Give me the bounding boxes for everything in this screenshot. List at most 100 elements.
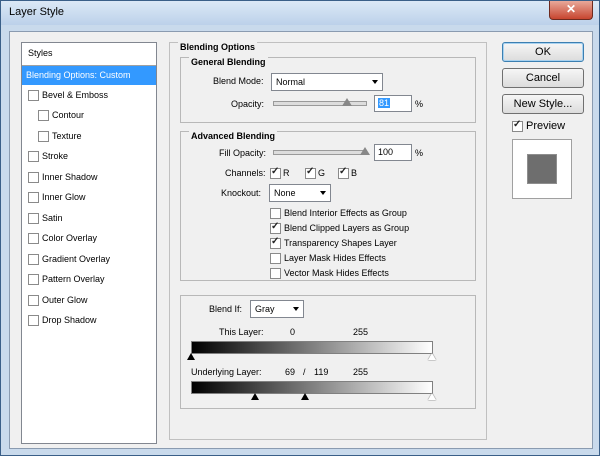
styles-header[interactable]: Styles <box>22 43 156 66</box>
style-item-pattern-overlay[interactable]: Pattern Overlay <box>22 270 156 289</box>
channel-r-checkbox[interactable] <box>270 166 281 179</box>
blending-options-title: Blending Options <box>178 42 257 52</box>
blend-if-group: Blend If: Gray This Layer: 0 255 Underly… <box>180 295 476 409</box>
layer-style-dialog: Layer Style ✕ Styles Blending Options: C… <box>0 0 600 456</box>
style-item-label: Outer Glow <box>42 295 88 305</box>
ok-button[interactable]: OK <box>502 42 584 62</box>
fill-opacity-value: 100 <box>378 147 394 157</box>
underlying-high-value: 255 <box>353 367 369 377</box>
layer-mask-hides-checkbox[interactable] <box>270 253 281 264</box>
chevron-down-icon <box>293 307 299 311</box>
inner-glow-checkbox[interactable] <box>28 192 39 203</box>
style-item-label: Inner Glow <box>42 192 86 202</box>
title-bar[interactable]: Layer Style ✕ <box>1 1 599 25</box>
gradient-overlay-checkbox[interactable] <box>28 254 39 265</box>
vector-mask-hides-label: Vector Mask Hides Effects <box>284 268 389 278</box>
fill-opacity-unit: % <box>415 148 424 158</box>
preview-swatch <box>527 154 557 184</box>
advanced-blending-group: Advanced Blending Fill Opacity: 100 % Ch… <box>180 131 476 281</box>
underlying-high-slider[interactable] <box>428 393 436 400</box>
underlying-layer-label: Underlying Layer: <box>191 367 262 377</box>
blend-clipped-checkbox[interactable] <box>270 221 281 234</box>
style-item-outer-glow[interactable]: Outer Glow <box>22 291 156 310</box>
style-item-label: Texture <box>52 131 82 141</box>
channel-r-label: R <box>283 168 290 178</box>
blend-mode-label: Blend Mode: <box>213 76 264 86</box>
blend-if-select[interactable]: Gray <box>250 300 304 318</box>
style-item-satin[interactable]: Satin <box>22 209 156 228</box>
preview-checkbox[interactable] <box>512 119 523 132</box>
style-item-inner-glow[interactable]: Inner Glow <box>22 188 156 207</box>
opacity-slider-thumb[interactable] <box>342 98 352 106</box>
pattern-overlay-checkbox[interactable] <box>28 274 39 285</box>
chevron-down-icon <box>372 80 378 84</box>
fill-opacity-slider-thumb[interactable] <box>360 147 370 155</box>
channel-g-checkbox[interactable] <box>305 166 316 179</box>
style-item-label: Color Overlay <box>42 233 98 243</box>
blend-if-label: Blend If: <box>209 304 243 314</box>
transparency-shapes-label: Transparency Shapes Layer <box>284 238 397 248</box>
texture-checkbox[interactable] <box>38 131 49 142</box>
underlying-low-value: 69 <box>285 367 296 377</box>
style-item-gradient-overlay[interactable]: Gradient Overlay <box>22 250 156 269</box>
window-title: Layer Style <box>9 6 65 18</box>
style-item-label: Blending Options: Custom <box>26 70 131 80</box>
style-item-drop-shadow[interactable]: Drop Shadow <box>22 311 156 330</box>
cancel-button[interactable]: Cancel <box>502 68 584 88</box>
color-overlay-checkbox[interactable] <box>28 233 39 244</box>
outer-glow-checkbox[interactable] <box>28 295 39 306</box>
knockout-select[interactable]: None <box>269 184 331 202</box>
this-layer-label: This Layer: <box>219 327 264 337</box>
style-item-label: Pattern Overlay <box>42 274 105 284</box>
contour-checkbox[interactable] <box>38 110 49 121</box>
layer-mask-hides-label: Layer Mask Hides Effects <box>284 253 386 263</box>
style-item-color-overlay[interactable]: Color Overlay <box>22 229 156 248</box>
knockout-value: None <box>274 188 296 198</box>
this-layer-low-slider[interactable] <box>187 353 195 360</box>
fill-opacity-input[interactable]: 100 <box>374 144 412 161</box>
blend-mode-value: Normal <box>276 77 306 87</box>
underlying-layer-gradient <box>191 381 433 394</box>
stroke-checkbox[interactable] <box>28 151 39 162</box>
fill-opacity-slider[interactable] <box>273 150 367 155</box>
style-item-texture[interactable]: Texture <box>22 127 156 146</box>
underlying-low-slider-right[interactable] <box>301 393 309 400</box>
dialog-client: Styles Blending Options: Custom Bevel & … <box>9 31 593 449</box>
blend-interior-checkbox[interactable] <box>270 208 281 219</box>
opacity-slider[interactable] <box>273 101 367 106</box>
transparency-shapes-checkbox[interactable] <box>270 236 281 249</box>
new-style-button[interactable]: New Style... <box>502 94 584 114</box>
underlying-mid-value: 119 <box>314 367 329 377</box>
underlying-separator: / <box>303 367 306 377</box>
blend-mode-select[interactable]: Normal <box>271 73 383 91</box>
this-layer-high-value: 255 <box>353 327 369 337</box>
style-item-inner-shadow[interactable]: Inner Shadow <box>22 168 156 187</box>
knockout-label: Knockout: <box>221 188 262 198</box>
satin-checkbox[interactable] <box>28 213 39 224</box>
opacity-input[interactable]: 81 <box>374 95 412 112</box>
style-item-contour[interactable]: Contour <box>22 106 156 125</box>
style-item-label: Bevel & Emboss <box>42 90 109 100</box>
this-layer-high-slider[interactable] <box>428 353 436 360</box>
channel-b-checkbox[interactable] <box>338 166 349 179</box>
style-item-blending-options[interactable]: Blending Options: Custom <box>22 66 156 85</box>
bevel-emboss-checkbox[interactable] <box>28 90 39 101</box>
opacity-value: 81 <box>378 98 391 108</box>
styles-list: Styles Blending Options: Custom Bevel & … <box>21 42 157 444</box>
style-item-label: Gradient Overlay <box>42 254 111 264</box>
this-layer-gradient <box>191 341 433 354</box>
underlying-low-slider-left[interactable] <box>251 393 259 400</box>
chevron-down-icon <box>320 191 326 195</box>
style-item-label: Inner Shadow <box>42 172 98 182</box>
channel-g-label: G <box>318 168 326 178</box>
style-item-label: Drop Shadow <box>42 315 97 325</box>
vector-mask-hides-checkbox[interactable] <box>270 268 281 279</box>
advanced-blending-title: Advanced Blending <box>189 131 278 141</box>
style-item-stroke[interactable]: Stroke <box>22 147 156 166</box>
close-icon[interactable]: ✕ <box>549 1 593 20</box>
fill-opacity-label: Fill Opacity: <box>219 148 267 158</box>
general-blending-group: General Blending Blend Mode: Normal Opac… <box>180 57 476 123</box>
drop-shadow-checkbox[interactable] <box>28 315 39 326</box>
inner-shadow-checkbox[interactable] <box>28 172 39 183</box>
style-item-bevel-emboss[interactable]: Bevel & Emboss <box>22 86 156 105</box>
